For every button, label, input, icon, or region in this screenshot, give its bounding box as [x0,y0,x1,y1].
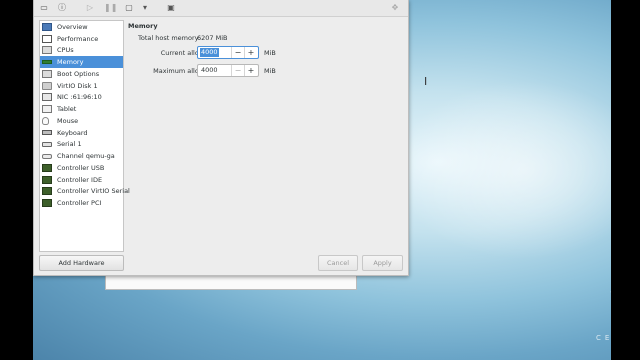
hardware-list: Overview Performance CPUs Memory Boot Op… [39,20,130,252]
info-icon [42,22,52,31]
sidebar-item-tablet[interactable]: Tablet [40,103,123,115]
current-allocation-spinner[interactable]: 4000 − + [197,46,259,59]
monitor-icon[interactable]: ▭ [38,2,50,13]
sidebar-item-label: Boot Options [57,69,100,78]
sidebar-item-label: Performance [57,34,99,43]
tablet-icon [42,105,52,114]
sidebar-item-label: VirtIO Disk 1 [57,81,98,90]
sidebar-item-label: Channel qemu-ga [57,152,115,161]
max-allocation-input[interactable]: 4000 [201,66,218,75]
disk-icon [42,81,52,90]
controller-icon [42,175,52,184]
total-memory-value: 6207 MiB [197,34,228,42]
sidebar-item-channel[interactable]: Channel qemu-ga [40,150,123,162]
sidebar-item-controller-usb[interactable]: Controller USB [40,162,123,174]
sidebar-item-keyboard[interactable]: Keyboard [40,127,123,139]
brand-number: 7 [608,285,611,325]
sidebar-item-label: CPUs [57,46,74,55]
sidebar-item-label: Controller PCI [57,199,102,208]
controller-icon [42,187,52,196]
toolbar: ▭ ⓘ ▷ ❚❚ ▢ ▾ ▣ ✥ [34,0,408,17]
controller-icon [42,199,52,208]
background-glow [393,80,611,260]
increment-icon[interactable]: + [244,47,257,58]
network-icon [42,93,52,102]
dropdown-icon[interactable]: ▾ [139,2,151,13]
sidebar-item-label: Controller IDE [57,175,103,184]
sidebar-item-label: Controller VirtIO Serial [57,187,130,196]
sidebar-item-controller-ide[interactable]: Controller IDE [40,174,123,186]
decrement-icon[interactable]: − [231,47,244,58]
pause-icon[interactable]: ❚❚ [104,2,117,13]
max-allocation-spinner[interactable]: 4000 − + [197,64,259,77]
boot-options-icon [42,69,52,78]
cancel-button[interactable]: Cancel [318,255,358,271]
sidebar-item-label: Mouse [57,116,79,125]
chart-icon [42,34,52,43]
increment-icon[interactable]: + [244,65,257,76]
apply-button[interactable]: Apply [362,255,403,271]
console-icon[interactable]: ▣ [165,2,177,13]
channel-icon [42,153,52,159]
memory-icon [42,60,52,65]
sidebar-item-label: Memory [57,58,84,67]
sidebar-item-label: Keyboard [57,128,88,137]
current-allocation-unit: MiB [264,49,276,57]
sidebar-item-serial[interactable]: Serial 1 [40,139,123,151]
sidebar-item-label: NIC :61:96:10 [57,93,102,102]
total-memory-label: Total host memory: [138,34,201,42]
decrement-icon[interactable]: − [231,65,244,76]
sidebar-item-cpus[interactable]: CPUs [40,45,123,57]
vm-details-window: ▭ ⓘ ▷ ❚❚ ▢ ▾ ▣ ✥ Overview Performance CP… [33,0,409,276]
sidebar-item-controller-virtio-serial[interactable]: Controller VirtIO Serial [40,186,130,198]
sidebar-item-controller-pci[interactable]: Controller PCI [40,197,123,209]
add-hardware-button[interactable]: Add Hardware [39,255,124,271]
keyboard-icon [42,130,52,136]
fullscreen-icon[interactable]: ✥ [389,2,401,13]
play-icon[interactable]: ▷ [84,2,96,13]
section-title: Memory [128,22,158,30]
info-icon[interactable]: ⓘ [56,2,68,13]
sidebar-item-label: Controller USB [57,163,105,172]
sidebar-item-performance[interactable]: Performance [40,33,123,45]
mouse-icon [42,116,49,125]
sidebar-item-label: Serial 1 [57,140,82,149]
sidebar-item-memory[interactable]: Memory [40,56,123,68]
sidebar-item-label: Tablet [57,105,77,114]
max-allocation-unit: MiB [264,67,276,75]
sidebar-item-overview[interactable]: Overview [40,21,123,33]
cpu-icon [42,46,52,55]
sidebar-item-virtio-disk[interactable]: VirtIO Disk 1 [40,80,123,92]
power-icon[interactable]: ▢ [123,2,135,13]
sidebar-item-label: Overview [57,22,88,31]
brand-text: CENTO [596,334,611,342]
serial-icon [42,141,52,147]
sidebar-item-boot-options[interactable]: Boot Options [40,68,123,80]
current-allocation-input[interactable]: 4000 [200,48,219,57]
text-cursor-icon: I [424,75,428,88]
sidebar-item-nic[interactable]: NIC :61:96:10 [40,92,123,104]
sidebar-item-mouse[interactable]: Mouse [40,115,123,127]
controller-icon [42,163,52,172]
